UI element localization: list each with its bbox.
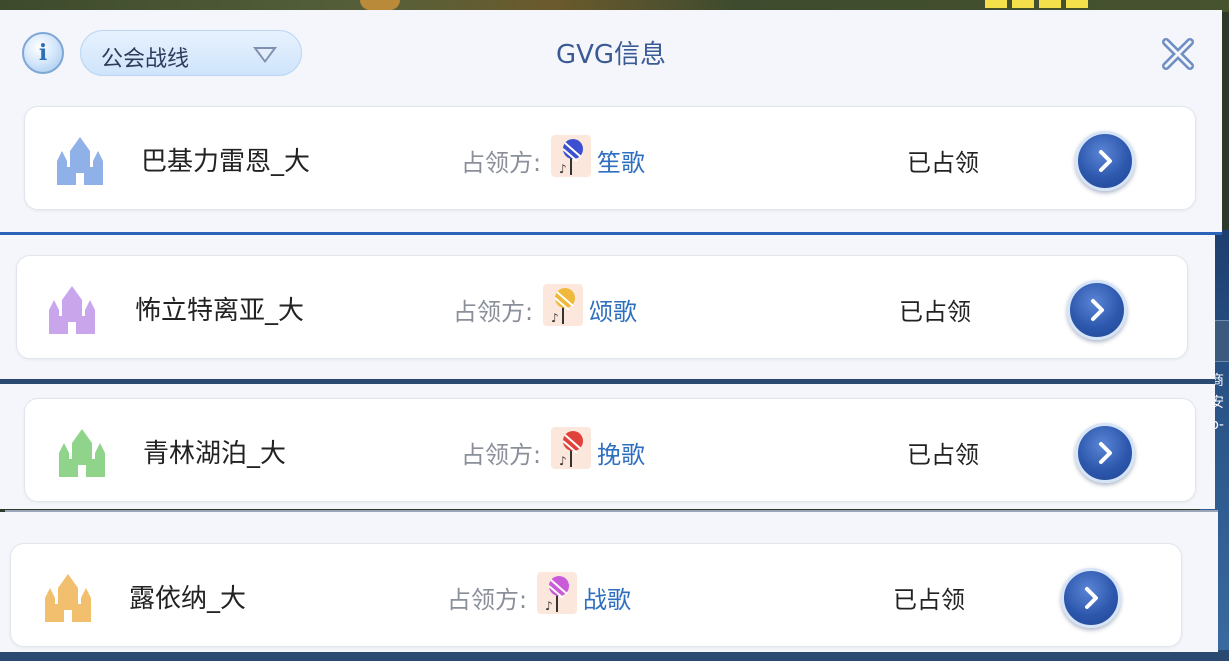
page-title: GVG信息 bbox=[555, 40, 667, 70]
guild-name-link[interactable]: 战歌 bbox=[583, 580, 631, 615]
close-button[interactable] bbox=[1158, 34, 1198, 74]
svg-text:♪: ♪ bbox=[559, 454, 567, 468]
go-button[interactable] bbox=[1067, 280, 1127, 340]
territory-name: 青林湖泊_大 bbox=[143, 439, 287, 469]
go-button[interactable] bbox=[1075, 131, 1135, 191]
list-item[interactable]: 露依纳_大 占领方: ♪ 战歌 已占领 bbox=[10, 543, 1182, 647]
chevron-right-icon bbox=[1099, 150, 1112, 172]
strip-divider bbox=[0, 379, 1215, 384]
territory-name: 巴基力雷恩_大 bbox=[141, 147, 311, 177]
guild-emblem-icon: ♪ bbox=[551, 135, 591, 177]
svg-text:♪: ♪ bbox=[559, 162, 567, 176]
go-button[interactable] bbox=[1061, 568, 1121, 628]
chevron-right-icon bbox=[1091, 299, 1104, 321]
territory-name: 露依纳_大 bbox=[129, 584, 247, 614]
go-button[interactable] bbox=[1075, 423, 1135, 483]
castle-icon bbox=[59, 429, 105, 477]
occupier-label: 占领方: bbox=[453, 298, 534, 326]
castle-icon bbox=[49, 286, 95, 334]
background-sprite bbox=[360, 0, 400, 10]
occupier-label: 占领方: bbox=[447, 586, 528, 614]
status-text: 已占领 bbox=[899, 298, 971, 326]
occupier-label: 占领方: bbox=[461, 441, 542, 469]
strip-divider bbox=[5, 510, 1218, 512]
castle-icon bbox=[45, 574, 91, 622]
list-item[interactable]: 巴基力雷恩_大 占领方: ♪ 笙歌 已占领 bbox=[24, 106, 1196, 210]
status-text: 已占领 bbox=[893, 586, 965, 614]
guild-emblem-icon: ♪ bbox=[551, 427, 591, 469]
territory-name: 怖立特离亚_大 bbox=[135, 296, 305, 326]
background-flag bbox=[985, 0, 1007, 8]
svg-text:♪: ♪ bbox=[545, 599, 553, 613]
castle-icon bbox=[57, 137, 103, 185]
list-item[interactable]: 怖立特离亚_大 占领方: ♪ 颂歌 已占领 bbox=[16, 255, 1188, 359]
occupier-label: 占领方: bbox=[461, 149, 542, 177]
guild-emblem-icon: ♪ bbox=[537, 572, 577, 614]
chevron-right-icon bbox=[1099, 442, 1112, 464]
background-flag bbox=[1012, 0, 1034, 8]
status-text: 已占领 bbox=[907, 441, 979, 469]
status-text: 已占领 bbox=[907, 149, 979, 177]
chevron-right-icon bbox=[1085, 587, 1098, 609]
guild-name-link[interactable]: 挽歌 bbox=[597, 435, 645, 470]
close-icon bbox=[1162, 38, 1194, 70]
guild-name-link[interactable]: 笙歌 bbox=[597, 143, 645, 178]
guild-name-link[interactable]: 颂歌 bbox=[589, 292, 637, 327]
panel-header: i 公会战线 GVG信息 bbox=[0, 10, 1222, 90]
svg-text:♪: ♪ bbox=[551, 311, 559, 325]
background-flag bbox=[1039, 0, 1061, 8]
background-flag bbox=[1066, 0, 1088, 8]
list-item[interactable]: 青林湖泊_大 占领方: ♪ 挽歌 已占领 bbox=[24, 398, 1196, 502]
guild-emblem-icon: ♪ bbox=[543, 284, 583, 326]
